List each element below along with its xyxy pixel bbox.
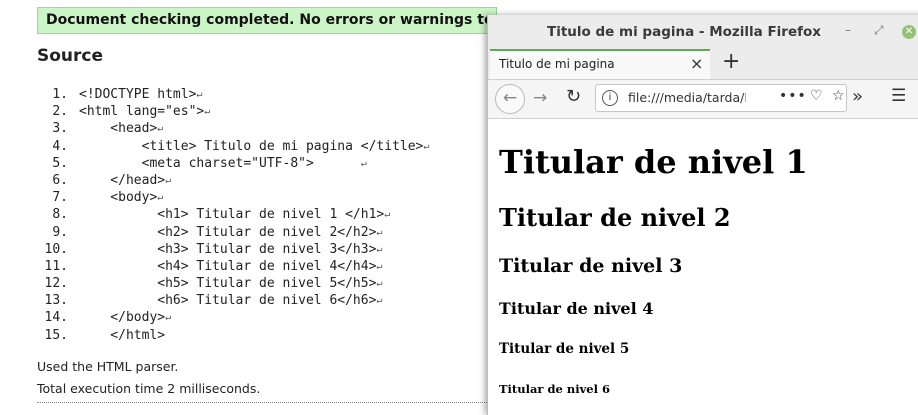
- line-break-icon: ↵: [376, 243, 383, 255]
- source-line: 9. <h2> Titular de nivel 2</h2> ↵: [52, 224, 383, 240]
- source-line: 13. <h6> Titular de nivel 6</h6> ↵: [44, 293, 383, 309]
- source-line: 15. </html>: [44, 327, 166, 343]
- validation-status-banner: Document checking completed. No errors o…: [37, 7, 497, 34]
- line-break-icon: ↵: [165, 312, 172, 324]
- line-break-icon: ↵: [204, 106, 211, 118]
- new-tab-icon[interactable]: +: [722, 49, 740, 74]
- heading-level-2: Titular de nivel 2: [499, 203, 731, 232]
- pocket-icon[interactable]: ♡: [810, 88, 823, 104]
- more-actions-icon[interactable]: •••: [779, 88, 807, 104]
- heading-level-3: Titular de nivel 3: [499, 255, 683, 277]
- line-break-icon: ↵: [423, 140, 430, 152]
- line-break-icon: ↵: [376, 226, 383, 238]
- back-arrow-icon[interactable]: ←: [495, 84, 525, 114]
- tab-strip: Titulo de mi pagina × +: [488, 49, 918, 80]
- source-listing: 1. <!DOCTYPE html> ↵ 2. <html lang="es"> ↵ 3…: [37, 86, 430, 344]
- heading-level-4: Titular de nivel 4: [499, 299, 654, 318]
- close-icon[interactable]: ✕: [902, 25, 916, 39]
- window-titlebar[interactable]: Titulo de mi pagina - Mozilla Firefox – …: [488, 15, 918, 49]
- source-line: 5. <meta charset="UTF-8"> ↵: [52, 155, 367, 171]
- source-line: 3. <head> ↵: [52, 121, 164, 137]
- tab-active[interactable]: Titulo de mi pagina ×: [490, 49, 710, 79]
- line-break-icon: ↵: [165, 174, 172, 186]
- source-line: 6. </head> ↵: [52, 172, 172, 188]
- info-icon[interactable]: i: [602, 90, 618, 106]
- line-break-icon: ↵: [157, 123, 164, 135]
- source-line: 1. <!DOCTYPE html> ↵: [52, 87, 203, 102]
- url-bar[interactable]: i file:///media/tarda/D ••• ♡ ☆: [595, 84, 847, 112]
- source-line: 4. <title> Titulo de mi pagina </title> ↵: [52, 138, 430, 154]
- line-break-icon: ↵: [384, 209, 391, 221]
- tab-label: Titulo de mi pagina: [499, 57, 615, 71]
- navigation-toolbar: ← → ↻ i file:///media/tarda/D ••• ♡ ☆ » …: [488, 80, 918, 119]
- source-line: 8. <h1> Titular de nivel 1 </h1> ↵: [52, 207, 391, 223]
- source-line: 2. <html lang="es"> ↵: [52, 104, 211, 120]
- line-break-icon: ↵: [376, 295, 383, 307]
- source-line: 7. <body> ↵: [52, 190, 164, 206]
- tab-close-icon[interactable]: ×: [690, 54, 703, 73]
- parser-note: Used the HTML parser.: [37, 359, 179, 374]
- overflow-chevron-icon[interactable]: »: [852, 86, 863, 107]
- source-line: 12. <h5> Titular de nivel 5</h5> ↵: [44, 276, 383, 292]
- maximize-icon[interactable]: ⤢: [874, 23, 884, 38]
- line-break-icon: ↵: [196, 89, 203, 100]
- forward-arrow-icon[interactable]: →: [533, 88, 547, 108]
- heading-level-5: Titular de nivel 5: [499, 341, 630, 357]
- line-break-icon: ↵: [360, 157, 367, 169]
- bookmark-star-icon[interactable]: ☆: [832, 88, 845, 104]
- firefox-window: Titulo de mi pagina - Mozilla Firefox – …: [487, 15, 918, 415]
- source-line: 14. </body> ↵: [44, 310, 172, 326]
- minimize-icon[interactable]: –: [845, 23, 851, 37]
- source-line: 10. <h3> Titular de nivel 3</h3> ↵: [44, 241, 383, 257]
- url-text[interactable]: file:///media/tarda/D: [628, 90, 746, 105]
- heading-level-1: Titular de nivel 1: [499, 143, 808, 181]
- divider: [37, 402, 487, 403]
- line-break-icon: ↵: [376, 260, 383, 272]
- line-break-icon: ↵: [376, 278, 383, 290]
- execution-time: Total execution time 2 milliseconds.: [37, 381, 261, 396]
- reload-icon[interactable]: ↻: [566, 86, 581, 107]
- source-line: 11. <h4> Titular de nivel 4</h4> ↵: [44, 258, 383, 274]
- source-heading: Source: [37, 46, 104, 66]
- heading-level-6: Titular de nivel 6: [499, 382, 610, 396]
- line-break-icon: ↵: [157, 192, 164, 204]
- window-title: Titulo de mi pagina - Mozilla Firefox: [547, 24, 821, 40]
- hamburger-menu-icon[interactable]: ☰: [891, 86, 906, 106]
